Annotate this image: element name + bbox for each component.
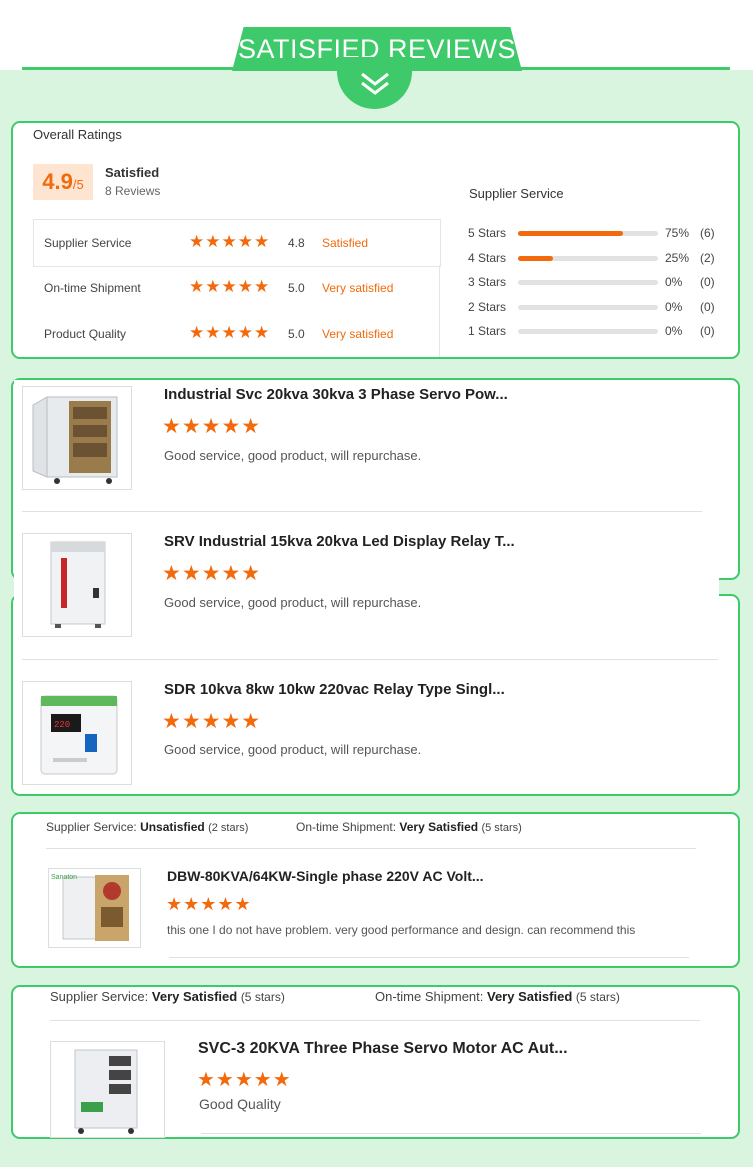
distribution-label: 2 Stars <box>468 300 507 314</box>
distribution-bar-fill <box>518 256 553 261</box>
supplier-service-value: Very Satisfied <box>151 989 238 1004</box>
distribution-row: 5 Stars 75% (6) <box>13 226 738 244</box>
distribution-bar <box>518 231 658 236</box>
review-stars: ★★★★★ <box>162 710 262 733</box>
review-divider <box>46 848 696 849</box>
distribution-label: 5 Stars <box>468 226 507 240</box>
shipment-stars: (5 stars) <box>575 990 620 1004</box>
overall-ratings-card: Overall Ratings 4.9/5 Satisfied 8 Review… <box>11 121 740 359</box>
svc-stabilizer-image <box>74 1049 138 1134</box>
review-stars: ★★★★★ <box>166 894 252 914</box>
distribution-row: 1 Stars 0% (0) <box>13 324 738 342</box>
wall-stabilizer-image: 220 <box>40 695 118 775</box>
review-divider <box>169 957 689 958</box>
review-card: Supplier Service: Unsatisfied (2 stars) … <box>11 812 740 968</box>
product-thumbnail[interactable] <box>22 386 132 490</box>
servo-cabinet-image <box>32 396 118 484</box>
distribution-bar <box>518 305 658 310</box>
supplier-service-summary: Supplier Service: Very Satisfied (5 star… <box>50 989 285 1004</box>
distribution-label: 1 Stars <box>468 324 507 338</box>
svg-text:220: 220 <box>54 720 70 730</box>
product-thumbnail[interactable]: 220 <box>22 681 132 785</box>
shipment-value: Very Satisfied <box>399 820 479 834</box>
review-product-title[interactable]: SDR 10kva 8kw 10kw 220vac Relay Type Sin… <box>164 681 505 698</box>
product-thumbnail[interactable] <box>22 533 132 637</box>
dbw-stabilizer-image: Sanaton <box>51 874 129 941</box>
score-label: Satisfied <box>105 165 160 180</box>
review-product-title[interactable]: SRV Industrial 15kva 20kva Led Display R… <box>164 533 515 550</box>
review-stars: ★★★★★ <box>162 415 262 438</box>
review-stars: ★★★★★ <box>162 562 262 585</box>
double-chevron-down-icon <box>361 72 389 95</box>
review-product-title[interactable]: Industrial Svc 20kva 30kva 3 Phase Servo… <box>164 386 508 403</box>
supplier-service-stars: (5 stars) <box>240 990 285 1004</box>
distribution-percent: 0% <box>665 300 683 314</box>
distribution-percent: 75% <box>665 226 690 240</box>
distribution-count: (0) <box>700 300 715 314</box>
shipment-value: Very Satisfied <box>487 989 573 1004</box>
review-text: Good service, good product, will repurch… <box>164 595 422 610</box>
review-card: Supplier Service: Very Satisfied (5 star… <box>11 985 740 1139</box>
distribution-percent: 25% <box>665 251 690 265</box>
product-thumbnail[interactable]: Sanaton <box>48 868 141 948</box>
distribution-count: (6) <box>700 226 715 240</box>
distribution-percent: 0% <box>665 275 683 289</box>
review-text: Good service, good product, will repurch… <box>164 742 422 757</box>
review-divider <box>22 511 702 512</box>
review-product-title[interactable]: SVC-3 20KVA Three Phase Servo Motor AC A… <box>198 1040 568 1058</box>
distribution-bar <box>518 256 658 261</box>
distribution-row: 2 Stars 0% (0) <box>13 300 738 318</box>
score-value: 4.9 <box>42 169 73 194</box>
score-badge: 4.9/5 <box>33 164 93 200</box>
svg-text:Sanaton: Sanaton <box>51 874 77 881</box>
supplier-service-label: Supplier Service: <box>46 820 137 834</box>
shipment-label: On-time Shipment: <box>296 820 397 834</box>
shipment-label: On-time Shipment: <box>375 989 484 1004</box>
distribution-count: (0) <box>700 324 715 338</box>
distribution-count: (0) <box>700 275 715 289</box>
distribution-row: 3 Stars 0% (0) <box>13 275 738 293</box>
stabilizer-cabinet-image <box>50 541 106 628</box>
shipment-summary: On-time Shipment: Very Satisfied (5 star… <box>296 820 522 834</box>
review-divider <box>201 1133 701 1134</box>
product-thumbnail[interactable] <box>50 1041 165 1138</box>
supplier-service-stars: (2 stars) <box>208 822 249 834</box>
review-text: Good Quality <box>199 1096 281 1112</box>
distribution-bar <box>518 280 658 285</box>
review-count: 8 Reviews <box>105 184 161 198</box>
review-divider <box>22 659 718 660</box>
distribution-count: (2) <box>700 251 715 265</box>
shipment-summary: On-time Shipment: Very Satisfied (5 star… <box>375 989 620 1004</box>
distribution-bar-fill <box>518 231 623 236</box>
distribution-percent: 0% <box>665 324 683 338</box>
review-text: this one I do not have problem. very goo… <box>167 923 636 937</box>
supplier-service-value: Unsatisfied <box>140 820 205 834</box>
review-product-title[interactable]: DBW-80KVA/64KW-Single phase 220V AC Volt… <box>167 868 484 884</box>
overall-ratings-heading: Overall Ratings <box>33 127 122 142</box>
distribution-label: 4 Stars <box>468 251 507 265</box>
chevron-badge <box>337 57 412 109</box>
distribution-label: 3 Stars <box>468 275 507 289</box>
review-text: Good service, good product, will repurch… <box>164 448 422 463</box>
distribution-row: 4 Stars 25% (2) <box>13 251 738 269</box>
review-stars: ★★★★★ <box>197 1069 292 1091</box>
supplier-service-heading: Supplier Service <box>469 186 564 201</box>
supplier-service-summary: Supplier Service: Unsatisfied (2 stars) <box>46 820 248 834</box>
shipment-stars: (5 stars) <box>481 822 522 834</box>
review-list-panel: Industrial Svc 20kva 30kva 3 Phase Servo… <box>14 380 719 792</box>
review-divider <box>50 1020 700 1021</box>
supplier-service-label: Supplier Service: <box>50 989 149 1004</box>
distribution-bar <box>518 329 658 334</box>
score-suffix: /5 <box>72 177 84 192</box>
